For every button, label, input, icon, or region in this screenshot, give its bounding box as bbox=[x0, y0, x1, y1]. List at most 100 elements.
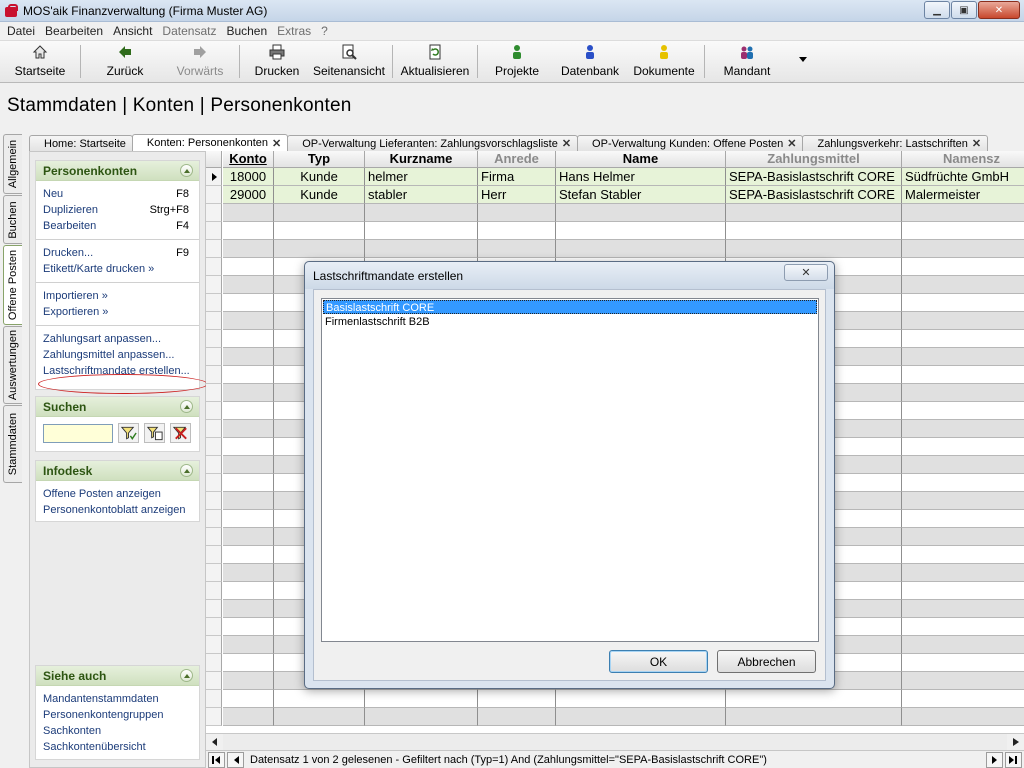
empty-cell[interactable] bbox=[902, 330, 1024, 348]
empty-cell[interactable] bbox=[274, 204, 365, 222]
empty-cell[interactable] bbox=[223, 510, 274, 528]
vtab-allgemein[interactable]: Allgemein bbox=[3, 134, 22, 194]
filter-remove-icon[interactable] bbox=[170, 423, 191, 443]
row-selector[interactable] bbox=[206, 312, 222, 330]
collapse-icon[interactable] bbox=[180, 464, 193, 477]
vtab-offene-posten[interactable]: Offene Posten bbox=[3, 245, 22, 325]
empty-cell[interactable] bbox=[223, 582, 274, 600]
scroll-right-icon[interactable] bbox=[1007, 734, 1024, 750]
table-cell[interactable]: Kunde bbox=[274, 186, 365, 204]
row-selector[interactable] bbox=[206, 366, 222, 384]
collapse-icon[interactable] bbox=[180, 400, 193, 413]
row-selector[interactable] bbox=[206, 276, 222, 294]
empty-cell[interactable] bbox=[902, 420, 1024, 438]
empty-cell[interactable] bbox=[902, 222, 1024, 240]
next-record-icon[interactable] bbox=[986, 751, 1003, 768]
row-selector[interactable] bbox=[206, 510, 222, 528]
row-selector[interactable] bbox=[206, 618, 222, 636]
empty-cell[interactable] bbox=[223, 420, 274, 438]
close-tab-icon[interactable]: ✕ bbox=[972, 137, 981, 150]
empty-cell[interactable] bbox=[274, 690, 365, 708]
infodesk-offene-posten[interactable]: Offene Posten anzeigen bbox=[36, 486, 199, 502]
empty-cell[interactable] bbox=[902, 456, 1024, 474]
group-header[interactable]: Siehe auch bbox=[36, 666, 199, 686]
empty-cell[interactable] bbox=[223, 564, 274, 582]
empty-cell[interactable] bbox=[223, 636, 274, 654]
row-selector[interactable] bbox=[206, 690, 222, 708]
row-selector[interactable] bbox=[206, 204, 222, 222]
close-tab-icon[interactable]: ✕ bbox=[272, 137, 281, 150]
menu-buchen[interactable]: Buchen bbox=[221, 24, 272, 38]
row-selector[interactable] bbox=[206, 708, 222, 726]
empty-cell[interactable] bbox=[223, 474, 274, 492]
empty-cell[interactable] bbox=[223, 222, 274, 240]
collapse-icon[interactable] bbox=[180, 164, 193, 177]
row-selector[interactable] bbox=[206, 348, 222, 366]
filter-list-icon[interactable] bbox=[144, 423, 165, 443]
horizontal-scrollbar[interactable] bbox=[206, 733, 1024, 750]
empty-cell[interactable] bbox=[478, 690, 556, 708]
empty-cell[interactable] bbox=[902, 636, 1024, 654]
empty-cell[interactable] bbox=[726, 708, 902, 726]
collapse-icon[interactable] bbox=[180, 669, 193, 682]
link-sachkontenuebersicht[interactable]: Sachkontenübersicht bbox=[36, 739, 199, 755]
empty-cell[interactable] bbox=[556, 222, 726, 240]
column-header-name[interactable]: Name bbox=[556, 151, 726, 168]
column-header-typ[interactable]: Typ bbox=[274, 151, 365, 168]
empty-cell[interactable] bbox=[365, 204, 478, 222]
back-button[interactable]: Zurück bbox=[85, 41, 165, 82]
empty-cell[interactable] bbox=[556, 240, 726, 258]
row-selector[interactable] bbox=[206, 384, 222, 402]
table-cell[interactable]: Firma bbox=[478, 168, 556, 186]
empty-cell[interactable] bbox=[478, 708, 556, 726]
close-tab-icon[interactable]: ✕ bbox=[787, 137, 796, 150]
vtab-auswertungen[interactable]: Auswertungen bbox=[3, 326, 22, 404]
menu-bearbeiten[interactable]: Bearbeiten bbox=[40, 24, 108, 38]
link-personenkontengruppen[interactable]: Personenkontengruppen bbox=[36, 707, 199, 723]
empty-cell[interactable] bbox=[274, 222, 365, 240]
row-selector[interactable] bbox=[206, 258, 222, 276]
column-header-anrede[interactable]: Anrede bbox=[478, 151, 556, 168]
empty-cell[interactable] bbox=[223, 330, 274, 348]
column-header-kurzname[interactable]: Kurzname bbox=[365, 151, 478, 168]
empty-cell[interactable] bbox=[902, 672, 1024, 690]
empty-cell[interactable] bbox=[223, 492, 274, 510]
empty-cell[interactable] bbox=[902, 276, 1024, 294]
row-selector[interactable] bbox=[206, 402, 222, 420]
row-selector[interactable] bbox=[206, 222, 222, 240]
empty-cell[interactable] bbox=[556, 690, 726, 708]
empty-cell[interactable] bbox=[902, 384, 1024, 402]
row-selector[interactable] bbox=[206, 600, 222, 618]
database-button[interactable]: Datenbank bbox=[552, 41, 628, 82]
tab-home[interactable]: Home: Startseite bbox=[29, 135, 133, 151]
group-header[interactable]: Infodesk bbox=[36, 461, 199, 481]
empty-cell[interactable] bbox=[223, 672, 274, 690]
menu-extras[interactable]: Extras bbox=[272, 24, 316, 38]
table-cell[interactable]: SEPA-Basislastschrift CORE bbox=[726, 168, 902, 186]
empty-cell[interactable] bbox=[274, 708, 365, 726]
link-mandantenstammdaten[interactable]: Mandantenstammdaten bbox=[36, 691, 199, 707]
empty-cell[interactable] bbox=[365, 690, 478, 708]
empty-cell[interactable] bbox=[902, 690, 1024, 708]
first-record-icon[interactable] bbox=[208, 751, 225, 768]
row-selector[interactable] bbox=[206, 492, 222, 510]
empty-cell[interactable] bbox=[902, 348, 1024, 366]
empty-cell[interactable] bbox=[902, 600, 1024, 618]
row-selector[interactable] bbox=[206, 330, 222, 348]
empty-cell[interactable] bbox=[726, 690, 902, 708]
empty-cell[interactable] bbox=[223, 618, 274, 636]
cancel-button[interactable]: Abbrechen bbox=[717, 650, 816, 673]
link-sachkonten[interactable]: Sachkonten bbox=[36, 723, 199, 739]
previous-record-icon[interactable] bbox=[227, 751, 244, 768]
row-selector[interactable] bbox=[206, 456, 222, 474]
row-selector[interactable] bbox=[206, 672, 222, 690]
group-header[interactable]: Personenkonten bbox=[36, 161, 199, 181]
empty-cell[interactable] bbox=[223, 204, 274, 222]
table-cell[interactable]: stabler bbox=[365, 186, 478, 204]
empty-cell[interactable] bbox=[902, 708, 1024, 726]
empty-cell[interactable] bbox=[223, 294, 274, 312]
table-cell[interactable]: helmer bbox=[365, 168, 478, 186]
empty-cell[interactable] bbox=[556, 204, 726, 222]
row-selector[interactable] bbox=[206, 294, 222, 312]
empty-cell[interactable] bbox=[223, 312, 274, 330]
